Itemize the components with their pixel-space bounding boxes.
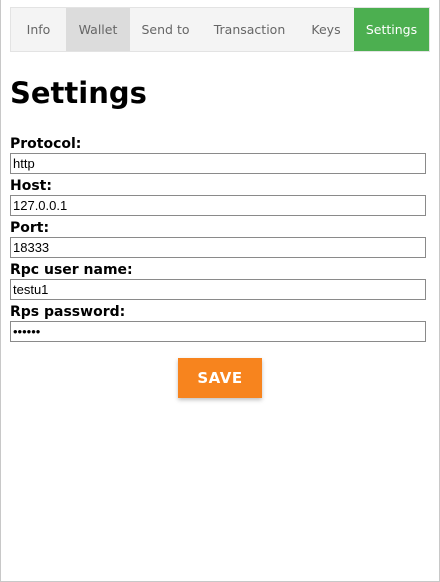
tab-wallet[interactable]: Wallet: [66, 8, 130, 51]
host-input[interactable]: [10, 195, 426, 216]
port-input[interactable]: [10, 237, 426, 258]
host-label: Host:: [10, 178, 52, 194]
tab-keys[interactable]: Keys: [298, 8, 354, 51]
save-button[interactable]: SAVE: [178, 358, 262, 398]
tab-bar: Info Wallet Send to Transaction Keys Set…: [10, 7, 430, 52]
tab-settings[interactable]: Settings: [354, 8, 429, 51]
tab-info[interactable]: Info: [11, 8, 66, 51]
page-title: Settings: [10, 76, 147, 110]
rpc-user-input[interactable]: [10, 279, 426, 300]
rpc-password-input[interactable]: [10, 321, 426, 342]
rpc-password-label: Rps password:: [10, 304, 126, 320]
tab-transaction[interactable]: Transaction: [201, 8, 298, 51]
protocol-input[interactable]: [10, 153, 426, 174]
tab-send-to[interactable]: Send to: [130, 8, 201, 51]
rpc-user-label: Rpc user name:: [10, 262, 133, 278]
window-border-left: [0, 0, 1, 582]
port-label: Port:: [10, 220, 50, 236]
settings-form: Protocol: Host: Port: Rpc user name: Rps…: [10, 136, 426, 346]
protocol-label: Protocol:: [10, 136, 82, 152]
